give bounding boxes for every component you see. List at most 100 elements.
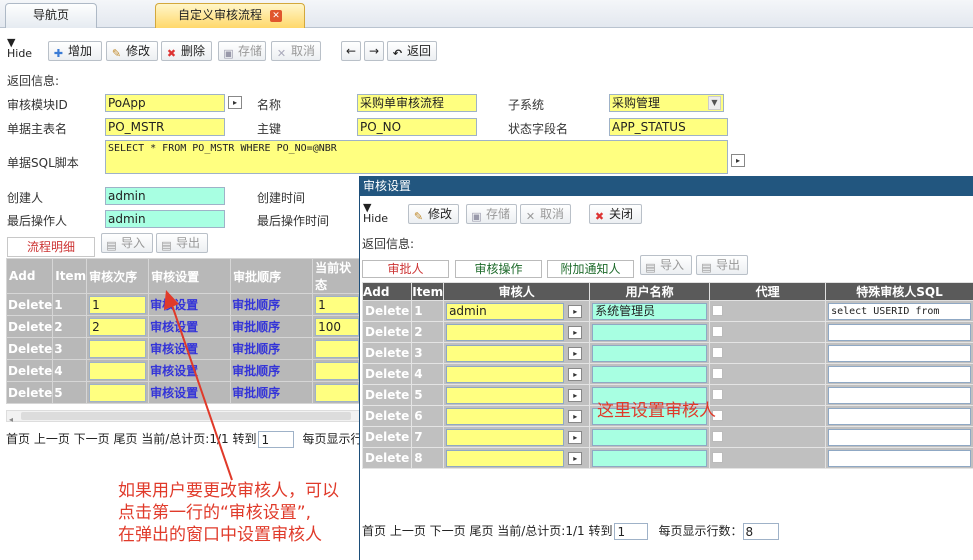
export-icon: ▤ [701,261,712,274]
delete-row-button[interactable]: Delete [361,384,413,406]
lookup-icon[interactable]: ▸ [568,409,583,423]
proxy-checkbox[interactable] [712,305,724,316]
dialog-cancel-button[interactable]: ✕ 取消 [520,204,571,224]
annotation-line: 在弹出的窗口中设置审核人 [118,525,322,545]
grid-header-row: Add Item 审核人 用户名称 代理 特殊审核人SQL [361,282,973,301]
col-auditor: 审核人 [443,282,591,301]
proxy-checkbox[interactable] [712,431,724,442]
proxy-checkbox[interactable] [712,347,724,358]
auditor-field[interactable] [446,344,565,362]
approver-grid: Add Item 审核人 用户名称 代理 特殊审核人SQL Delete 1 adm… [361,282,973,469]
save-icon: ▣ [471,210,482,223]
dialog-close-button[interactable]: ✖ 关闭 [589,204,642,224]
dialog-edit-button[interactable]: ✎ 修改 [408,204,459,224]
dialog-return-info-label: 返回信息: [362,237,415,251]
hide-label: Hide [363,212,389,225]
special-sql-field[interactable]: select USERID from [828,302,971,320]
auditor-field[interactable] [446,365,565,383]
dialog-pager: 首页 上一页 下一页 尾页 当前/总计页:1/1 转到 1 每页显示行数： 8 [362,522,779,540]
lookup-icon[interactable]: ▸ [568,346,583,360]
col-username: 用户名称 [589,282,711,301]
rows-per-page-input[interactable]: 8 [742,523,779,540]
row-item: 8 [411,447,445,469]
special-sql-field[interactable] [828,344,971,362]
annotation-right: 这里设置审核人 [597,401,716,421]
tab-approvers[interactable]: 审批人 [362,260,449,278]
delete-row-button[interactable]: Delete [361,300,413,322]
proxy-checkbox[interactable] [712,368,724,379]
goto-page-input[interactable]: 1 [614,523,649,540]
row-item: 2 [411,321,445,343]
lookup-icon[interactable]: ▸ [568,367,583,381]
auditor-field[interactable] [446,386,565,404]
lookup-icon[interactable]: ▸ [568,325,583,339]
cancel-icon: ✕ [525,210,536,223]
username-field [592,449,708,467]
special-sql-field[interactable] [828,407,971,425]
dialog-import-button[interactable]: ▤ 导入 [640,255,692,275]
lookup-icon[interactable]: ▸ [568,388,583,402]
delete-row-button[interactable]: Delete [361,447,413,469]
auditor-field[interactable] [446,428,565,446]
arrow-head-left [164,290,179,310]
edit-label: 修改 [428,207,453,221]
row-item: 5 [411,384,445,406]
col-proxy: 代理 [709,282,827,301]
auditor-field[interactable] [446,449,565,467]
lookup-icon[interactable]: ▸ [568,304,583,318]
delete-row-button[interactable]: Delete [361,363,413,385]
close-label: 关闭 [609,207,634,221]
table-row: Delete 2 ▸ [361,321,973,343]
special-sql-field[interactable] [828,365,971,383]
delete-row-button[interactable]: Delete [361,405,413,427]
username-field: 系统管理员 [592,302,708,320]
delete-row-button[interactable]: Delete [361,426,413,448]
auditor-field[interactable] [446,323,565,341]
special-sql-field[interactable] [828,386,971,404]
row-item: 1 [411,300,445,322]
row-item: 6 [411,405,445,427]
auditor-field[interactable] [446,407,565,425]
pager-text: 首页 上一页 下一页 尾页 当前/总计页:1/1 转到 [362,524,613,538]
rows-per-page-label: 每页显示行数： [658,524,743,538]
table-row: Delete 4 ▸ [361,363,973,385]
lookup-icon[interactable]: ▸ [568,430,583,444]
import-icon: ▤ [645,261,656,274]
dialog-title: 审核设置 [360,176,973,196]
annotation-left: 如果用户要更改审核人，可以 点击第一行的“审核设置”, 在弹出的窗口中设置审核人 [118,480,339,546]
cancel-label: 取消 [540,207,565,221]
col-add[interactable]: Add [361,282,413,301]
auditor-field[interactable]: admin [446,302,565,320]
annotation-line: 如果用户要更改审核人，可以 [118,481,339,501]
lookup-icon[interactable]: ▸ [568,451,583,465]
table-row: Delete 8 ▸ [361,447,973,469]
dialog-collapse-toggle[interactable]: ▼ Hide [363,202,388,224]
tab-audit-operations[interactable]: 审核操作 [455,260,542,278]
save-label: 存储 [486,207,511,221]
table-row: Delete 1 admin ▸ 系统管理员 select USERID from [361,300,973,322]
special-sql-field[interactable] [828,323,971,341]
close-icon: ✖ [594,210,605,223]
delete-row-button[interactable]: Delete [361,342,413,364]
audit-settings-dialog: 审核设置 ▼ Hide ✎ 修改 ▣ 存储 ✕ 取消 ✖ 关闭 返回信息: 审批人 审核操… [359,176,973,560]
special-sql-field[interactable] [828,449,971,467]
col-item: Item [411,282,445,301]
table-row: Delete 3 ▸ [361,342,973,364]
proxy-checkbox[interactable] [712,389,724,400]
username-field [592,428,708,446]
arrow-line-left [171,304,233,481]
dialog-save-button[interactable]: ▣ 存储 [466,204,517,224]
proxy-checkbox[interactable] [712,326,724,337]
delete-row-button[interactable]: Delete [361,321,413,343]
dialog-export-button[interactable]: ▤ 导出 [696,255,748,275]
proxy-checkbox[interactable] [712,452,724,463]
username-field [592,344,708,362]
tab-extra-notify[interactable]: 附加通知人 [547,260,634,278]
row-item: 3 [411,342,445,364]
col-special-sql: 特殊审核人SQL [825,282,973,301]
edit-icon: ✎ [413,210,424,223]
table-row: Delete 7 ▸ [361,426,973,448]
row-item: 7 [411,426,445,448]
special-sql-field[interactable] [828,428,971,446]
import-label: 导入 [660,258,685,272]
